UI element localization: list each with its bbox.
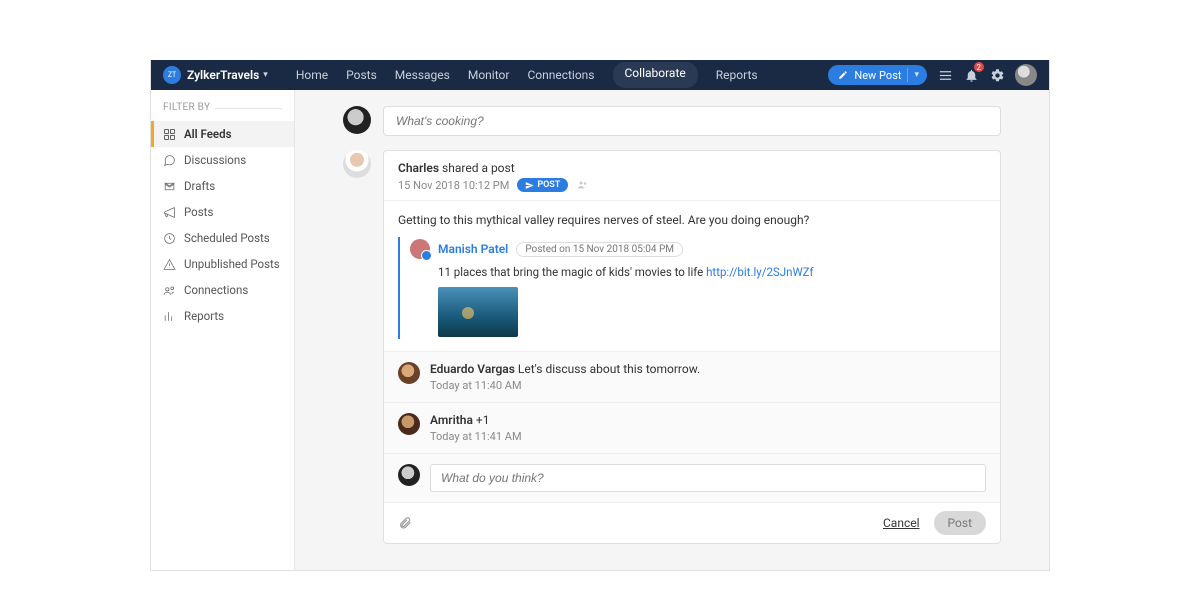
post-footer: Cancel Post bbox=[384, 502, 1000, 543]
notifications-icon[interactable]: 2 bbox=[963, 67, 979, 83]
brand-name[interactable]: ZylkerTravels bbox=[187, 68, 259, 82]
attachment-text: 11 places that bring the magic of kids' … bbox=[410, 265, 986, 279]
comment-item: Eduardo Vargas Let's discuss about this … bbox=[384, 352, 1000, 402]
reply-avatar bbox=[398, 464, 420, 486]
comment-time: Today at 11:40 AM bbox=[430, 379, 700, 392]
current-user-avatar bbox=[343, 106, 371, 134]
sidebar-item-label: Discussions bbox=[184, 153, 246, 167]
feed-post: Charles shared a post 15 Nov 2018 10:12 … bbox=[383, 150, 1001, 544]
brand-logo: ZT bbox=[163, 66, 181, 84]
separator bbox=[907, 68, 908, 82]
comment-item: Amritha +1 Today at 11:41 AM bbox=[384, 402, 1000, 453]
post-button[interactable]: Post bbox=[934, 511, 986, 535]
post-text: Getting to this mythical valley requires… bbox=[398, 213, 986, 227]
sidebar-item-label: All Feeds bbox=[184, 127, 231, 141]
main-content: Charles shared a post 15 Nov 2018 10:12 … bbox=[295, 90, 1049, 570]
list-icon[interactable] bbox=[937, 67, 953, 83]
nav-reports[interactable]: Reports bbox=[716, 62, 758, 88]
comment-time: Today at 11:41 AM bbox=[430, 430, 522, 443]
post-author-name[interactable]: Charles bbox=[398, 161, 439, 175]
sidebar-item-label: Scheduled Posts bbox=[184, 231, 270, 245]
sidebar-item-label: Connections bbox=[184, 283, 248, 297]
shared-attachment: Manish Patel Posted on 15 Nov 2018 05:04… bbox=[398, 237, 986, 339]
sidebar-item-unpublished[interactable]: Unpublished Posts bbox=[151, 251, 294, 277]
chevron-down-icon[interactable]: ▾ bbox=[263, 70, 268, 80]
new-post-button[interactable]: New Post ▾ bbox=[828, 65, 927, 85]
sidebar-item-discussions[interactable]: Discussions bbox=[151, 147, 294, 173]
sidebar-item-label: Drafts bbox=[184, 179, 215, 193]
comment-text: +1 bbox=[476, 413, 490, 427]
comment-author[interactable]: Amritha bbox=[430, 413, 473, 427]
chevron-down-icon: ▾ bbox=[914, 70, 919, 80]
topbar: ZT ZylkerTravels ▾ Home Posts Messages M… bbox=[151, 60, 1049, 90]
topbar-actions: New Post ▾ 2 bbox=[828, 64, 1037, 86]
reply-box bbox=[384, 453, 1000, 502]
sidebar-item-label: Posts bbox=[184, 205, 213, 219]
nav-messages[interactable]: Messages bbox=[395, 62, 450, 88]
main-nav: Home Posts Messages Monitor Connections … bbox=[296, 62, 758, 88]
sidebar: FILTER BY All Feeds Discussions Drafts P… bbox=[151, 90, 295, 570]
audience-icon[interactable] bbox=[576, 179, 590, 191]
sidebar-item-drafts[interactable]: Drafts bbox=[151, 173, 294, 199]
sidebar-item-reports[interactable]: Reports bbox=[151, 303, 294, 329]
user-avatar[interactable] bbox=[1015, 64, 1037, 86]
notification-badge: 2 bbox=[974, 62, 985, 72]
nav-connections[interactable]: Connections bbox=[527, 62, 594, 88]
cancel-button[interactable]: Cancel bbox=[883, 516, 920, 530]
settings-icon[interactable] bbox=[989, 67, 1005, 83]
attachment-timestamp: Posted on 15 Nov 2018 05:04 PM bbox=[516, 242, 683, 257]
nav-monitor[interactable]: Monitor bbox=[468, 62, 510, 88]
nav-collaborate[interactable]: Collaborate bbox=[613, 62, 698, 88]
post-timestamp: 15 Nov 2018 10:12 PM bbox=[398, 179, 509, 192]
reply-input[interactable] bbox=[430, 464, 986, 492]
attachment-author-avatar bbox=[410, 239, 430, 259]
comments-section: Eduardo Vargas Let's discuss about this … bbox=[384, 351, 1000, 502]
compose-input[interactable] bbox=[383, 106, 1001, 136]
pencil-icon bbox=[838, 70, 848, 80]
post-type-pill: POST bbox=[517, 178, 568, 192]
nav-posts[interactable]: Posts bbox=[346, 62, 377, 88]
send-icon bbox=[525, 181, 534, 190]
attachment-icon[interactable] bbox=[398, 516, 412, 530]
attachment-image[interactable] bbox=[438, 287, 518, 337]
comment-text: Let's discuss about this tomorrow. bbox=[518, 362, 700, 376]
app-frame: ZT ZylkerTravels ▾ Home Posts Messages M… bbox=[150, 60, 1050, 571]
sidebar-item-label: Reports bbox=[184, 309, 224, 323]
post-header: Charles shared a post 15 Nov 2018 10:12 … bbox=[384, 151, 1000, 201]
comment-author[interactable]: Eduardo Vargas bbox=[430, 362, 515, 376]
attachment-author[interactable]: Manish Patel bbox=[438, 242, 508, 256]
sidebar-item-label: Unpublished Posts bbox=[184, 257, 280, 271]
sidebar-item-all-feeds[interactable]: All Feeds bbox=[151, 121, 294, 147]
new-post-label: New Post bbox=[854, 69, 901, 82]
post-author-avatar bbox=[343, 150, 371, 178]
comment-avatar bbox=[398, 362, 420, 384]
sidebar-item-scheduled[interactable]: Scheduled Posts bbox=[151, 225, 294, 251]
nav-home[interactable]: Home bbox=[296, 62, 328, 88]
comment-avatar bbox=[398, 413, 420, 435]
sidebar-item-connections[interactable]: Connections bbox=[151, 277, 294, 303]
filter-by-label: FILTER BY bbox=[151, 102, 294, 121]
sidebar-item-posts[interactable]: Posts bbox=[151, 199, 294, 225]
attachment-link[interactable]: http://bit.ly/2SJnWZf bbox=[706, 265, 813, 279]
post-author-line: Charles shared a post bbox=[398, 161, 986, 175]
